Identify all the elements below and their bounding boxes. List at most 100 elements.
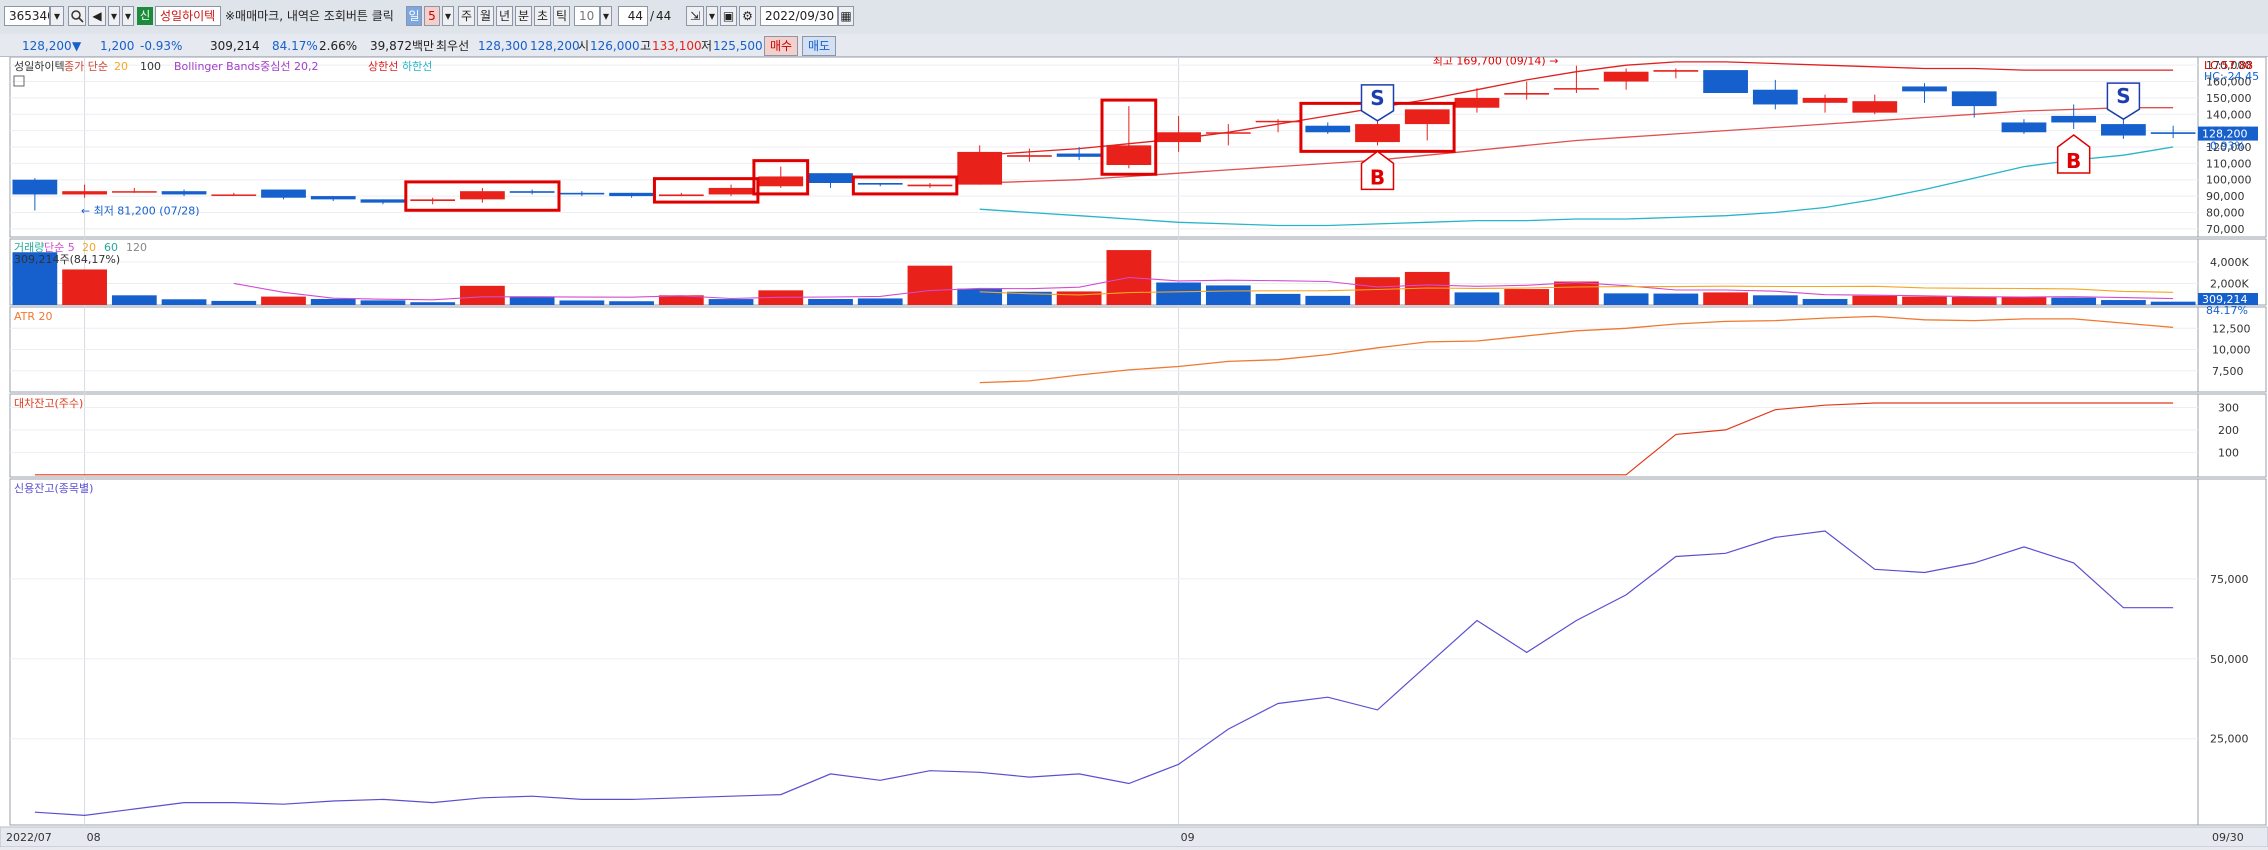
bar-count-input[interactable]: 44: [618, 6, 648, 26]
volume-bar[interactable]: [609, 301, 654, 305]
volume-bar[interactable]: [1852, 295, 1898, 305]
volume-bar[interactable]: [310, 298, 356, 305]
volume-bar[interactable]: [1653, 293, 1699, 305]
volume-bar[interactable]: [1454, 292, 1500, 305]
period-week-button[interactable]: 주: [458, 6, 475, 26]
volume-bar[interactable]: [62, 269, 107, 305]
candle-body[interactable]: [1752, 89, 1798, 105]
volume-bar[interactable]: [1951, 297, 1997, 305]
buy-button[interactable]: 매수: [764, 36, 798, 56]
expand-icon[interactable]: ⇲: [686, 6, 704, 26]
speaker-icon[interactable]: ◀: [88, 6, 106, 26]
candle-body[interactable]: [62, 191, 107, 195]
code-dropdown-button[interactable]: ▾: [50, 6, 64, 26]
candle-body[interactable]: [758, 176, 804, 187]
volume-bar[interactable]: [1603, 293, 1649, 305]
candle-body[interactable]: [1255, 120, 1301, 123]
candle-body[interactable]: [658, 194, 704, 197]
candle-body[interactable]: [111, 191, 157, 193]
volume-bar[interactable]: [808, 298, 853, 305]
period-dropdown-button[interactable]: ▾: [442, 6, 454, 26]
volume-bar[interactable]: [1156, 282, 1201, 305]
expand-dropdown-button[interactable]: ▾: [706, 6, 718, 26]
period-second-button[interactable]: 초: [534, 6, 551, 26]
volume-bar[interactable]: [261, 296, 306, 305]
candle-body[interactable]: [310, 196, 356, 200]
volume-bar[interactable]: [1255, 293, 1301, 305]
save-icon[interactable]: ▣: [720, 6, 737, 26]
candle-body[interactable]: [1703, 70, 1748, 93]
period-year-button[interactable]: 년: [496, 6, 513, 26]
date-input[interactable]: 2022/09/30: [760, 6, 838, 26]
volume-bar[interactable]: [1504, 289, 1550, 305]
candle-body[interactable]: [161, 191, 207, 195]
candle-body[interactable]: [1554, 88, 1599, 90]
candle-body[interactable]: [907, 184, 953, 187]
volume-bar[interactable]: [957, 288, 1003, 305]
volume-bar[interactable]: [2051, 297, 2097, 305]
volume-bar[interactable]: [1305, 295, 1351, 305]
candle-body[interactable]: [1056, 153, 1102, 157]
candle-body[interactable]: [2101, 124, 2146, 136]
volume-bar[interactable]: [460, 285, 505, 305]
volume-bar[interactable]: [2101, 300, 2146, 305]
candle-body[interactable]: [261, 189, 306, 198]
tick-interval-input[interactable]: 10: [574, 6, 600, 26]
period-tick-button[interactable]: 틱: [553, 6, 570, 26]
candle-body[interactable]: [1902, 86, 1947, 92]
candle-body[interactable]: [1355, 124, 1400, 143]
candle-body[interactable]: [12, 179, 58, 195]
candle-body[interactable]: [460, 191, 505, 200]
candle-body[interactable]: [1106, 145, 1152, 165]
candle-body[interactable]: [1454, 97, 1500, 108]
volume-bar[interactable]: [1802, 298, 1848, 305]
candle-body[interactable]: [2051, 115, 2097, 123]
period-day-button[interactable]: 일: [406, 6, 422, 26]
volume-bar[interactable]: [161, 299, 207, 305]
settings-gear-icon[interactable]: ⚙: [739, 6, 756, 26]
candle-body[interactable]: [1205, 132, 1251, 134]
candle-body[interactable]: [559, 192, 605, 195]
search-icon[interactable]: [68, 6, 86, 26]
arrow-down-icon[interactable]: ▾: [108, 6, 120, 26]
candle-body[interactable]: [808, 173, 853, 183]
volume-bar[interactable]: [1752, 295, 1798, 305]
candle-body[interactable]: [211, 194, 257, 196]
candle-body[interactable]: [509, 191, 555, 193]
volume-bar[interactable]: [708, 299, 754, 305]
volume-bar[interactable]: [559, 300, 605, 305]
candle-body[interactable]: [360, 199, 406, 203]
volume-bar[interactable]: [2150, 301, 2196, 305]
stock-code-input[interactable]: 365340: [4, 6, 50, 26]
volume-bar[interactable]: [1703, 292, 1748, 305]
candle-body[interactable]: [1802, 97, 1848, 103]
candle-body[interactable]: [1852, 101, 1898, 113]
volume-bar[interactable]: [857, 298, 903, 305]
candle-body[interactable]: [708, 187, 754, 195]
candle-body[interactable]: [957, 151, 1003, 185]
chart-area[interactable]: 170,000160,000150,000140,000130,000120,0…: [0, 55, 2268, 848]
candle-body[interactable]: [1653, 70, 1699, 72]
candle-body[interactable]: [1951, 91, 1997, 107]
volume-bar[interactable]: [360, 300, 406, 305]
candle-body[interactable]: [1156, 132, 1201, 143]
volume-bar[interactable]: [509, 296, 555, 305]
candle-body[interactable]: [410, 199, 456, 201]
volume-bar[interactable]: [1056, 291, 1102, 305]
candle-body[interactable]: [1305, 125, 1351, 133]
calendar-icon[interactable]: ▦: [838, 6, 854, 26]
tick-dropdown-button[interactable]: ▾: [600, 6, 612, 26]
volume-bar[interactable]: [410, 302, 456, 305]
volume-bar[interactable]: [1205, 285, 1251, 305]
volume-bar[interactable]: [2001, 296, 2047, 305]
candle-body[interactable]: [857, 183, 903, 185]
candle-body[interactable]: [1603, 71, 1649, 82]
period-minute-button[interactable]: 분: [515, 6, 532, 26]
candle-body[interactable]: [1007, 155, 1052, 157]
candle-body[interactable]: [1504, 93, 1550, 95]
period-value-button[interactable]: 5: [424, 6, 440, 26]
volume-bar[interactable]: [1902, 296, 1947, 305]
candle-body[interactable]: [609, 192, 654, 197]
volume-bar[interactable]: [211, 300, 257, 305]
stock-chart-svg[interactable]: 170,000160,000150,000140,000130,000120,0…: [0, 55, 2268, 848]
